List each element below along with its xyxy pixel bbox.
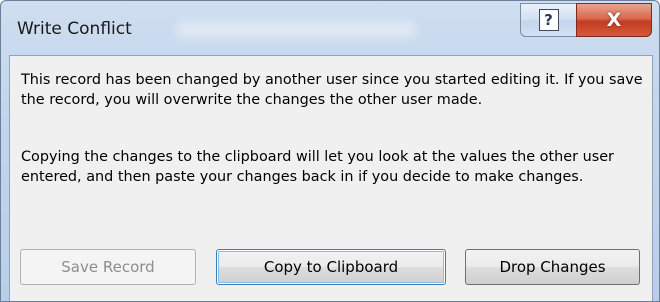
drop-changes-button[interactable]: Drop Changes	[465, 249, 640, 285]
help-button[interactable]: ?	[520, 3, 576, 37]
close-icon: X	[606, 8, 622, 31]
message-paragraph-clipboard-info: Copying the changes to the clipboard wil…	[21, 149, 614, 185]
write-conflict-dialog: Write Conflict ? X This record has been …	[0, 0, 660, 302]
close-button[interactable]: X	[576, 3, 652, 37]
dialog-title: Write Conflict	[17, 19, 132, 39]
title-bar-glass-reflection	[176, 21, 416, 39]
help-icon: ?	[538, 9, 559, 31]
caption-buttons: ? X	[520, 3, 652, 39]
dialog-content: This record has been changed by another …	[9, 55, 653, 301]
title-bar[interactable]: Write Conflict ? X	[1, 1, 659, 55]
save-record-button[interactable]: Save Record	[20, 249, 196, 285]
message-paragraph-save-warning: This record has been changed by another …	[21, 72, 643, 108]
copy-to-clipboard-button[interactable]: Copy to Clipboard	[216, 249, 446, 285]
